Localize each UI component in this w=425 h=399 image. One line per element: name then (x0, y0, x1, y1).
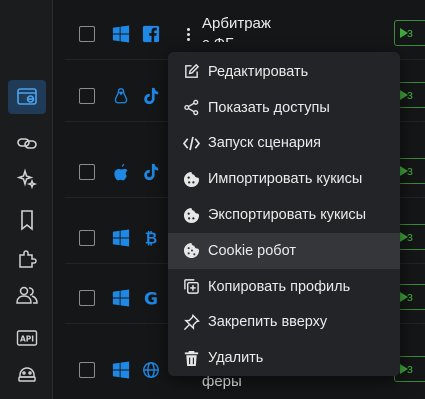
cookie-icon (182, 206, 200, 224)
menu-item-export-cookies[interactable]: Экспортировать кукисы (168, 197, 400, 233)
svg-text:G: G (144, 289, 158, 307)
sidebar-item-bookmarks[interactable] (8, 203, 46, 237)
menu-item-import-cookies[interactable]: Импортировать кукисы (168, 161, 400, 197)
share-icon (182, 99, 200, 117)
sidebar-item-link[interactable] (8, 126, 46, 160)
sidebar-item-api[interactable]: API (8, 321, 46, 355)
windows-icon (111, 228, 131, 248)
api-icon: API (16, 330, 38, 346)
copy-plus-icon (182, 278, 200, 296)
robot-icon (18, 367, 36, 382)
windows-icon (111, 360, 131, 380)
svg-text:API: API (20, 335, 34, 344)
row-menu-button[interactable] (183, 28, 193, 42)
cookie-robot-icon (182, 242, 200, 260)
menu-item-label: Импортировать кукисы (208, 171, 363, 188)
linux-icon (111, 86, 131, 106)
menu-item-pin-top[interactable]: Закрепить вверху (168, 305, 400, 341)
svg-text:₿: ₿ (145, 229, 157, 247)
bookmark-icon (21, 210, 33, 231)
sidebar-item-sparkles[interactable] (8, 162, 46, 196)
menu-item-run-script[interactable]: Запуск сценария (168, 126, 400, 162)
menu-item-label: Cookie робот (208, 242, 296, 259)
row-checkbox[interactable] (79, 26, 95, 42)
windows-icon (111, 288, 131, 308)
menu-item-edit[interactable]: Редактировать (168, 54, 400, 90)
apple-icon (111, 162, 131, 182)
menu-item-label: Закрепить вверху (208, 314, 328, 331)
row-checkbox[interactable] (79, 230, 95, 246)
cookie-icon (182, 170, 200, 188)
bitcoin-icon: ₿ (141, 228, 161, 248)
row-checkbox[interactable] (79, 362, 95, 378)
row-checkbox[interactable] (79, 88, 95, 104)
facebook-icon (141, 24, 161, 44)
tiktok-icon (141, 86, 161, 106)
users-icon (16, 286, 38, 304)
tiktok-icon (141, 162, 161, 182)
windows-icon (111, 24, 131, 44)
sidebar-item-users[interactable] (8, 278, 46, 312)
menu-item-copy-profile[interactable]: Копировать профиль (168, 269, 400, 305)
pin-icon (182, 313, 200, 331)
sparkles-icon (16, 168, 38, 190)
google-icon: G (141, 288, 161, 308)
sidebar-item-browser-profiles[interactable] (8, 80, 46, 114)
link-icon (17, 138, 37, 149)
row-checkbox[interactable] (79, 290, 95, 306)
menu-item-label: Запуск сценария (208, 135, 321, 152)
run-button[interactable]: з (394, 20, 425, 46)
profile-context-menu: Редактировать Показать доступы Запуск сц… (168, 52, 400, 376)
sidebar-item-extensions[interactable] (8, 242, 46, 276)
code-icon (182, 134, 200, 152)
menu-item-show-access[interactable]: Показать доступы (168, 90, 400, 126)
puzzle-icon (19, 250, 37, 268)
menu-item-cookie-robot[interactable]: Cookie робот (168, 232, 400, 269)
menu-item-delete[interactable]: Удалить (168, 340, 400, 376)
globe-icon (141, 360, 161, 380)
menu-item-label: Редактировать (208, 63, 309, 80)
menu-item-label: Удалить (208, 350, 264, 367)
menu-item-label: Копировать профиль (208, 278, 351, 295)
row-checkbox[interactable] (79, 164, 95, 180)
menu-item-label: Экспортировать кукисы (208, 207, 367, 224)
edit-icon (182, 63, 200, 81)
sidebar-item-robot[interactable] (8, 356, 46, 390)
menu-item-label: Показать доступы (208, 99, 330, 116)
trash-icon (182, 349, 200, 367)
left-sidebar: API (0, 0, 53, 399)
browser-profiles-icon (17, 88, 37, 105)
